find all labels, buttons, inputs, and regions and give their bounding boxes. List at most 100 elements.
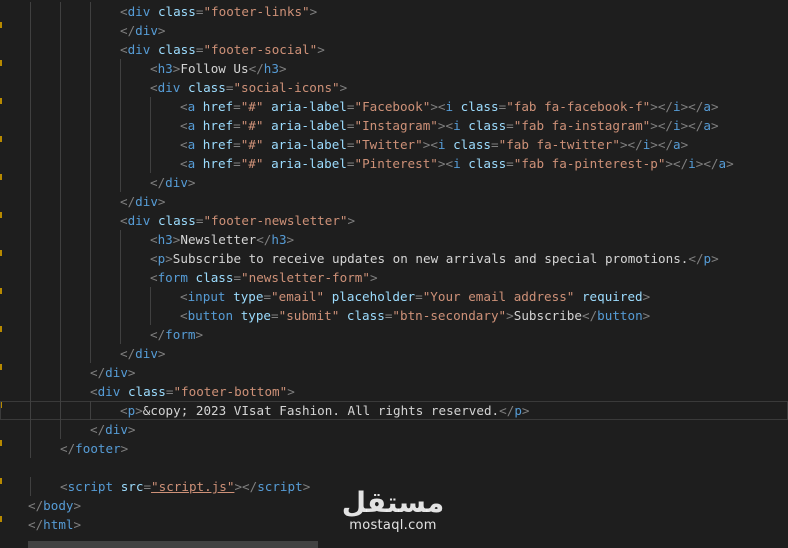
code-token: =	[233, 156, 241, 171]
code-token: div	[165, 175, 188, 190]
indent-guide	[60, 230, 61, 249]
indent-guide	[60, 2, 61, 21]
code-token: "#"	[240, 99, 264, 114]
code-line[interactable]: <div class="footer-bottom">	[0, 382, 788, 401]
code-line[interactable]	[0, 458, 788, 477]
indent-guide	[30, 97, 31, 116]
code-line[interactable]: <a href="#" aria-label="Instagram"><i cl…	[0, 116, 788, 135]
indent-guide	[90, 268, 91, 287]
code-line[interactable]: </div>	[0, 420, 788, 439]
code-line[interactable]: <h3>Newsletter</h3>	[0, 230, 788, 249]
code-line-text: </div>	[120, 21, 166, 40]
code-line[interactable]: </footer>	[0, 439, 788, 458]
code-line[interactable]: <a href="#" aria-label="Pinterest"><i cl…	[0, 154, 788, 173]
code-token: <	[180, 137, 188, 152]
code-line[interactable]: <input type="email" placeholder="Your em…	[0, 287, 788, 306]
code-token: div	[127, 4, 151, 19]
code-line[interactable]: </div>	[0, 344, 788, 363]
code-line[interactable]: <div class="social-icons">	[0, 78, 788, 97]
indent-guide	[90, 135, 91, 154]
code-line[interactable]: <h3>Follow Us</h3>	[0, 59, 788, 78]
code-token: >	[317, 42, 325, 57]
code-token: >	[506, 308, 514, 323]
code-token: ></	[234, 479, 258, 494]
code-token: "#"	[240, 118, 264, 133]
code-line[interactable]: </div>	[0, 363, 788, 382]
code-token: =	[233, 270, 242, 285]
horizontal-scrollbar[interactable]	[28, 541, 318, 548]
code-token: </	[499, 403, 515, 418]
code-token: >	[710, 99, 719, 114]
code-line[interactable]: <div class="footer-social">	[0, 40, 788, 59]
indent-guide	[120, 230, 121, 249]
code-token: >	[73, 517, 82, 532]
code-token: class	[157, 4, 196, 19]
indent-guide	[30, 116, 31, 135]
code-token: ><	[437, 156, 454, 171]
indent-guide	[60, 97, 61, 116]
watermark-site-text: mostaql.com	[349, 518, 437, 533]
indent-guide	[120, 59, 121, 78]
code-token: body	[43, 498, 74, 513]
code-line[interactable]: </div>	[0, 21, 788, 40]
code-token: aria-label	[271, 156, 347, 171]
code-line[interactable]: <a href="#" aria-label="Facebook"><i cla…	[0, 97, 788, 116]
indent-guide	[60, 173, 61, 192]
code-token: =	[143, 479, 152, 494]
code-line[interactable]: </form>	[0, 325, 788, 344]
indent-guide	[90, 154, 91, 173]
code-line[interactable]: </div>	[0, 173, 788, 192]
code-line[interactable]: <div class="footer-newsletter">	[0, 211, 788, 230]
code-token: >	[642, 289, 651, 304]
code-token: >	[73, 498, 82, 513]
indent-guide	[90, 192, 91, 211]
code-token: div	[127, 42, 151, 57]
code-line[interactable]: <p>&copy; 2023 VIsat Fashion. All rights…	[0, 401, 788, 420]
indent-guide	[60, 154, 61, 173]
code-line[interactable]: </div>	[0, 192, 788, 211]
indent-guide	[60, 420, 61, 439]
code-line[interactable]: <form class="newsletter-form">	[0, 268, 788, 287]
code-token: aria-label	[271, 99, 347, 114]
code-line[interactable]: <a href="#" aria-label="Twitter"><i clas…	[0, 135, 788, 154]
indent-guide	[90, 306, 91, 325]
code-line[interactable]: <button type="submit" class="btn-seconda…	[0, 306, 788, 325]
indent-guide	[120, 173, 121, 192]
code-token: =	[271, 308, 279, 323]
indent-guide	[120, 78, 121, 97]
code-token: "btn-secondary"	[392, 308, 507, 323]
code-editor[interactable]: <div class="footer-links"> </div> <div cla…	[0, 0, 788, 548]
code-token: "footer-links"	[203, 4, 310, 19]
indent-guide	[30, 211, 31, 230]
code-token: class	[157, 42, 196, 57]
code-token: class	[157, 213, 196, 228]
code-token: h3	[271, 232, 287, 247]
code-token: </	[28, 498, 44, 513]
code-token: "newsletter-form"	[241, 270, 370, 285]
code-token: p	[703, 251, 712, 266]
code-token: div	[105, 422, 128, 437]
indent-guide	[90, 97, 91, 116]
indent-guide	[120, 135, 121, 154]
indent-guide	[60, 249, 61, 268]
code-token: >	[680, 137, 689, 152]
code-lines[interactable]: <div class="footer-links"> </div> <div cla…	[0, 2, 788, 534]
code-token: class	[127, 384, 166, 399]
code-line-text: <form class="newsletter-form">	[150, 268, 378, 287]
code-line[interactable]: <div class="footer-links">	[0, 2, 788, 21]
indent-guide	[120, 306, 121, 325]
indent-guide	[90, 401, 91, 420]
indent-guide	[120, 116, 121, 135]
code-line-text: <h3>Newsletter</h3>	[150, 230, 294, 249]
indent-guide	[30, 230, 31, 249]
indent-guide	[60, 40, 61, 59]
indent-guide	[60, 363, 61, 382]
indent-guide	[30, 363, 31, 382]
code-line[interactable]: <p>Subscribe to receive updates on new a…	[0, 249, 788, 268]
code-token: i	[673, 99, 681, 114]
